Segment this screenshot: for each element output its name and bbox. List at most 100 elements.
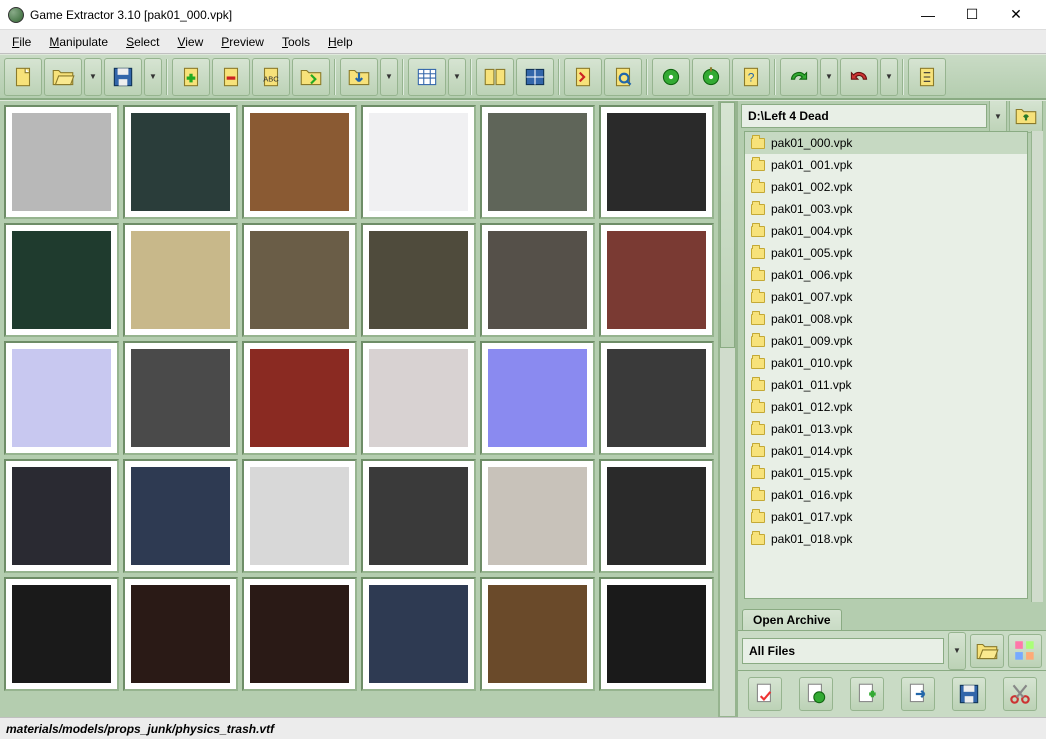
toolbar-remove-file[interactable] (212, 58, 250, 96)
thumbnail[interactable] (361, 341, 476, 455)
toolbar-export[interactable] (340, 58, 378, 96)
toolbar-split-view[interactable] (476, 58, 514, 96)
thumbnail[interactable] (123, 105, 238, 219)
close-button[interactable]: ✕ (994, 1, 1038, 29)
thumbnail[interactable] (242, 105, 357, 219)
filelist-scrollbar[interactable] (1031, 131, 1043, 602)
file-row[interactable]: pak01_000.vpk (745, 132, 1027, 154)
thumbnail[interactable] (480, 577, 595, 691)
toolbar-search[interactable] (604, 58, 642, 96)
toolbar-rename-file[interactable]: ABC (252, 58, 290, 96)
toolbar-run-script[interactable] (564, 58, 602, 96)
action-btn-3[interactable] (850, 677, 884, 711)
thumbnail[interactable] (599, 341, 714, 455)
toolbar-dropdown[interactable]: ▼ (380, 58, 398, 96)
toolbar-dropdown[interactable]: ▼ (448, 58, 466, 96)
toolbar-dropdown[interactable]: ▼ (84, 58, 102, 96)
file-row[interactable]: pak01_006.vpk (745, 264, 1027, 286)
path-combo[interactable]: D:\Left 4 Dead (741, 104, 987, 128)
thumbnail[interactable] (4, 341, 119, 455)
toolbar-help[interactable]: ? (732, 58, 770, 96)
action-btn-5[interactable] (952, 677, 986, 711)
action-btn-2[interactable] (799, 677, 833, 711)
toolbar-gear-b[interactable] (692, 58, 730, 96)
action-btn-6[interactable] (1003, 677, 1037, 711)
file-row[interactable]: pak01_005.vpk (745, 242, 1027, 264)
thumbnail[interactable] (361, 577, 476, 691)
menu-file[interactable]: File (4, 33, 39, 51)
toolbar-open-folder[interactable] (44, 58, 82, 96)
menu-preview[interactable]: Preview (213, 33, 272, 51)
thumbnail[interactable] (4, 223, 119, 337)
thumbnail[interactable] (361, 105, 476, 219)
toolbar-redo-green[interactable] (780, 58, 818, 96)
thumbnail[interactable] (480, 223, 595, 337)
thumbnail[interactable] (242, 223, 357, 337)
menu-manipulate[interactable]: Manipulate (41, 33, 116, 51)
menu-tools[interactable]: Tools (274, 33, 318, 51)
thumbnail[interactable] (242, 577, 357, 691)
thumbnail[interactable] (480, 459, 595, 573)
thumbnail[interactable] (361, 223, 476, 337)
file-row[interactable]: pak01_013.vpk (745, 418, 1027, 440)
thumbnail[interactable] (480, 105, 595, 219)
thumbnail[interactable] (123, 577, 238, 691)
file-row[interactable]: pak01_003.vpk (745, 198, 1027, 220)
thumbnail[interactable] (123, 459, 238, 573)
toolbar-dropdown[interactable]: ▼ (820, 58, 838, 96)
toolbar-gear-a[interactable] (652, 58, 690, 96)
all-types-button[interactable] (1008, 634, 1042, 668)
thumbnail[interactable] (242, 459, 357, 573)
thumbnail[interactable] (4, 105, 119, 219)
file-row[interactable]: pak01_012.vpk (745, 396, 1027, 418)
menu-select[interactable]: Select (118, 33, 167, 51)
file-row[interactable]: pak01_009.vpk (745, 330, 1027, 352)
toolbar-add-file[interactable] (172, 58, 210, 96)
up-folder-button[interactable] (1009, 100, 1043, 133)
thumbnail[interactable] (123, 341, 238, 455)
file-row[interactable]: pak01_001.vpk (745, 154, 1027, 176)
minimize-button[interactable]: — (906, 1, 950, 29)
file-row[interactable]: pak01_008.vpk (745, 308, 1027, 330)
toolbar-undo-red[interactable] (840, 58, 878, 96)
file-row[interactable]: pak01_010.vpk (745, 352, 1027, 374)
toolbar-grid-view[interactable] (516, 58, 554, 96)
thumbnail[interactable] (361, 459, 476, 573)
thumbnail[interactable] (4, 459, 119, 573)
toolbar-save[interactable] (104, 58, 142, 96)
action-btn-4[interactable] (901, 677, 935, 711)
thumbnail[interactable] (599, 223, 714, 337)
menu-help[interactable]: Help (320, 33, 361, 51)
file-row[interactable]: pak01_007.vpk (745, 286, 1027, 308)
path-dropdown[interactable]: ▼ (989, 100, 1007, 135)
maximize-button[interactable]: ☐ (950, 1, 994, 29)
thumbnail[interactable] (4, 577, 119, 691)
toolbar-new-file[interactable] (4, 58, 42, 96)
toolbar-replace-file[interactable] (292, 58, 330, 96)
file-row[interactable]: pak01_018.vpk (745, 528, 1027, 550)
file-list[interactable]: pak01_000.vpkpak01_001.vpkpak01_002.vpkp… (744, 131, 1028, 599)
thumbnail[interactable] (599, 105, 714, 219)
toolbar-dropdown[interactable]: ▼ (880, 58, 898, 96)
file-row[interactable]: pak01_017.vpk (745, 506, 1027, 528)
thumbnail[interactable] (242, 341, 357, 455)
open-button[interactable] (970, 634, 1004, 668)
file-row[interactable]: pak01_011.vpk (745, 374, 1027, 396)
toolbar-dropdown[interactable]: ▼ (144, 58, 162, 96)
file-row[interactable]: pak01_014.vpk (745, 440, 1027, 462)
filter-combo[interactable]: All Files (742, 638, 944, 664)
thumbnail[interactable] (480, 341, 595, 455)
menu-view[interactable]: View (169, 33, 211, 51)
file-row[interactable]: pak01_016.vpk (745, 484, 1027, 506)
thumbnail[interactable] (599, 577, 714, 691)
file-row[interactable]: pak01_015.vpk (745, 462, 1027, 484)
action-btn-1[interactable] (748, 677, 782, 711)
file-row[interactable]: pak01_004.vpk (745, 220, 1027, 242)
thumbs-scrollbar[interactable] (718, 101, 736, 717)
tab-open-archive[interactable]: Open Archive (742, 609, 842, 630)
filter-dropdown[interactable]: ▼ (948, 632, 966, 670)
toolbar-options[interactable] (908, 58, 946, 96)
file-row[interactable]: pak01_002.vpk (745, 176, 1027, 198)
thumbnail[interactable] (123, 223, 238, 337)
toolbar-table-view[interactable] (408, 58, 446, 96)
